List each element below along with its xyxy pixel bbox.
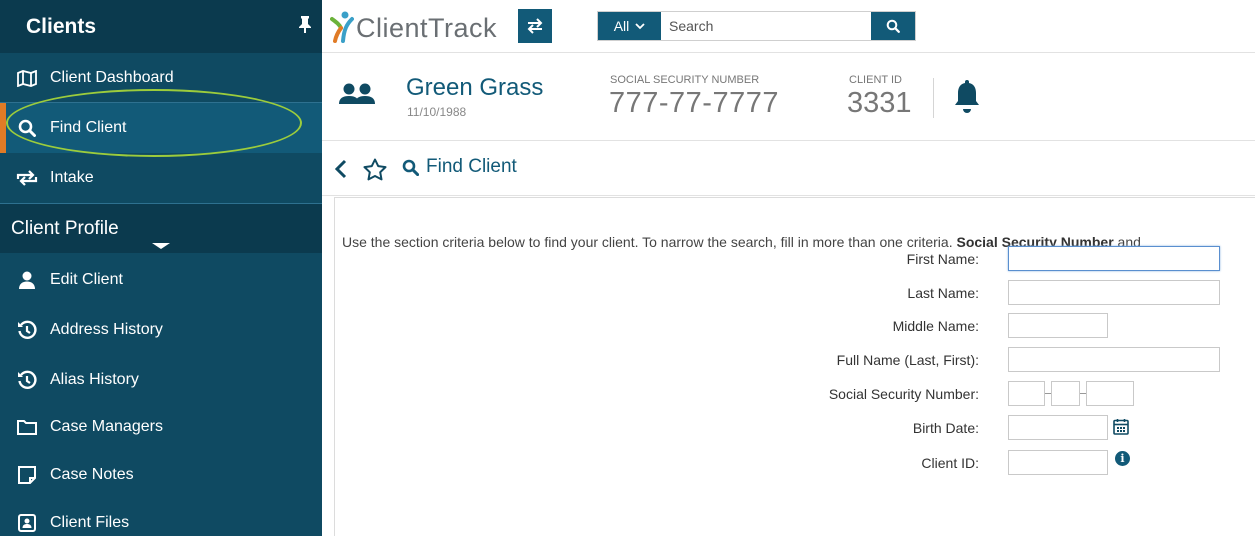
- sidebar-item-label: Alias History: [50, 371, 139, 388]
- last-name-label: Last Name:: [907, 285, 979, 301]
- sidebar-item-case-managers[interactable]: Case Managers: [0, 402, 322, 452]
- folder-icon: [16, 417, 38, 437]
- ssn-part1-input[interactable]: [1008, 381, 1045, 406]
- search-icon: [886, 19, 900, 33]
- sidebar-item-client-dashboard[interactable]: Client Dashboard: [0, 53, 322, 103]
- pin-icon[interactable]: [298, 15, 312, 38]
- sidebar-item-alias-history[interactable]: Alias History: [0, 355, 322, 405]
- client-id-input[interactable]: [1008, 450, 1108, 475]
- search-input[interactable]: [661, 12, 871, 40]
- caret-down-icon: [152, 243, 170, 249]
- global-search: All: [597, 11, 916, 41]
- sidebar-item-find-client[interactable]: Find Client: [0, 103, 322, 153]
- full-name-label: Full Name (Last, First):: [836, 352, 979, 368]
- sidebar-item-label: Intake: [50, 169, 94, 186]
- sidebar-title: Clients: [26, 14, 97, 38]
- search-icon: [402, 159, 419, 176]
- map-icon: [16, 68, 38, 88]
- sidebar-item-label: Edit Client: [50, 271, 123, 288]
- history-icon: [16, 370, 38, 390]
- sidebar-item-label: Case Notes: [50, 466, 134, 483]
- history-icon: [16, 320, 38, 340]
- sidebar-item-label: Address History: [50, 321, 163, 338]
- favorite-button[interactable]: [362, 154, 388, 184]
- note-icon: [16, 465, 38, 485]
- sidebar-header: Clients: [0, 0, 322, 53]
- sidebar-item-address-history[interactable]: Address History: [0, 305, 322, 355]
- repeat-icon: [16, 168, 38, 188]
- sidebar-item-label: Find Client: [50, 119, 127, 136]
- sidebar-item-label: Case Managers: [50, 418, 163, 435]
- client-header: Green Grass 11/10/1988 SOCIAL SECURITY N…: [322, 54, 1255, 141]
- chevron-down-icon: [635, 22, 645, 29]
- middle-name-input[interactable]: [1008, 313, 1108, 338]
- back-button[interactable]: [332, 154, 350, 184]
- logo-text: ClientTrack: [356, 12, 498, 43]
- logo-mark-icon: [330, 11, 354, 43]
- top-bar: ClientTrack All: [322, 0, 1255, 53]
- ssn-part2-input[interactable]: [1051, 381, 1080, 406]
- user-icon: [16, 270, 38, 290]
- first-name-label: First Name:: [906, 251, 979, 267]
- search-icon: [16, 118, 38, 138]
- client-name[interactable]: Green Grass: [406, 74, 543, 102]
- page-title-text: Find Client: [426, 156, 517, 177]
- full-name-input[interactable]: [1008, 347, 1220, 372]
- last-name-input[interactable]: [1008, 280, 1220, 305]
- client-id-field-label: Client ID:: [921, 455, 979, 471]
- contact-card-icon: [16, 513, 38, 533]
- search-scope-value: All: [613, 18, 630, 34]
- page-title-bar: Find Client: [322, 142, 1255, 196]
- ssn-label: SOCIAL SECURITY NUMBER: [610, 74, 760, 86]
- page-title: Find Client: [402, 156, 517, 178]
- sidebar-section-client-profile[interactable]: Client Profile: [0, 203, 322, 253]
- birth-date-label: Birth Date:: [912, 420, 979, 436]
- switch-button[interactable]: [518, 9, 552, 43]
- first-name-input[interactable]: [1008, 246, 1220, 271]
- sidebar: Clients Client Dashboard Find Client Int…: [0, 0, 322, 536]
- search-scope-select[interactable]: All: [598, 12, 661, 40]
- divider: [933, 78, 934, 118]
- ssn-value: 777-77-7777: [609, 87, 779, 119]
- instructions-pre: Use the section criteria below to find y…: [342, 234, 957, 250]
- client-id-value: 3331: [847, 87, 912, 119]
- sidebar-item-edit-client[interactable]: Edit Client: [0, 255, 322, 305]
- sidebar-item-case-notes[interactable]: Case Notes: [0, 450, 322, 500]
- star-icon: [363, 158, 387, 180]
- ssn-field-label: Social Security Number:: [828, 386, 979, 402]
- info-icon[interactable]: i: [1115, 451, 1130, 466]
- search-button[interactable]: [871, 12, 915, 40]
- sidebar-item-intake[interactable]: Intake: [0, 153, 322, 203]
- sidebar-item-label: Client Files: [50, 514, 130, 531]
- client-dob: 11/10/1988: [407, 105, 467, 119]
- birth-date-input[interactable]: [1008, 415, 1108, 440]
- middle-name-label: Middle Name:: [892, 318, 979, 334]
- calendar-button[interactable]: [1111, 415, 1131, 437]
- sidebar-item-client-files[interactable]: Client Files: [0, 498, 322, 548]
- sidebar-item-label: Client Dashboard: [50, 69, 174, 86]
- bell-icon[interactable]: [954, 78, 980, 121]
- ssn-part3-input[interactable]: [1086, 381, 1134, 406]
- swap-arrows-icon: [527, 18, 543, 34]
- client-id-label: CLIENT ID: [849, 74, 902, 86]
- calendar-icon: [1113, 418, 1129, 435]
- app-logo[interactable]: ClientTrack: [330, 8, 497, 48]
- chevron-left-icon: [335, 159, 347, 179]
- users-icon: [339, 82, 375, 113]
- section-title: Client Profile: [11, 217, 119, 239]
